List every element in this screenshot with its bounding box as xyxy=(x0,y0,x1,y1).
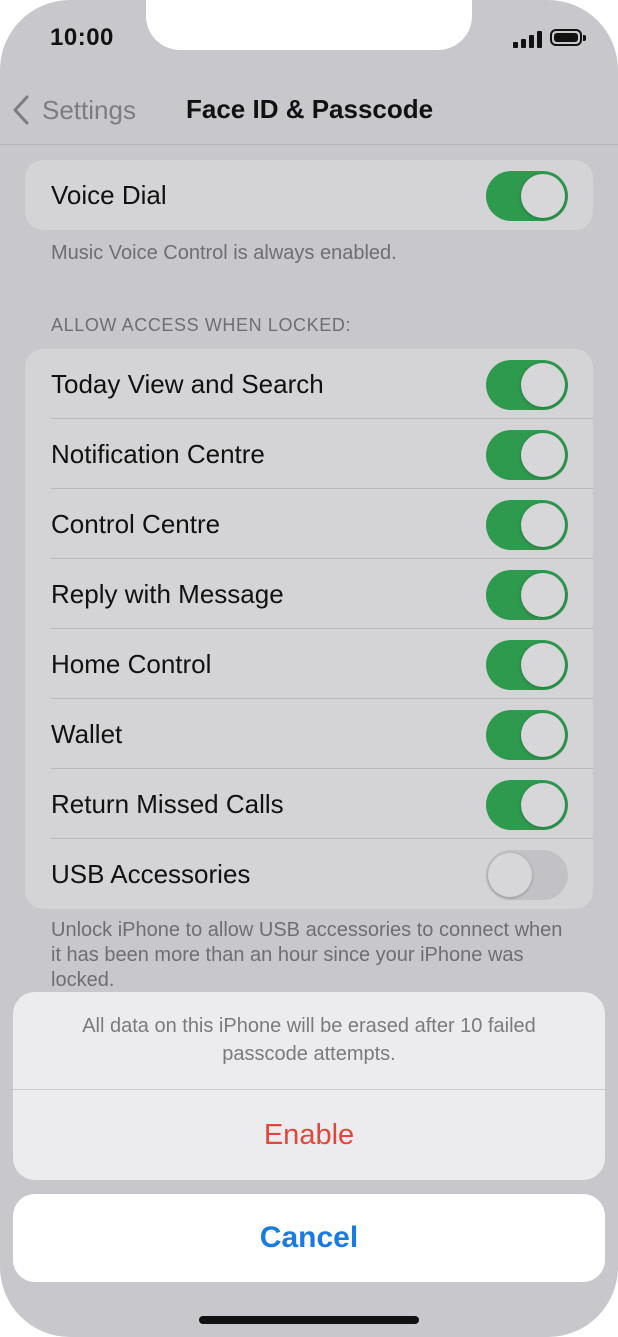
locked-access-group: Today View and Search Notification Centr… xyxy=(25,349,593,909)
toggle-return-missed-calls[interactable] xyxy=(486,780,568,830)
toggle-notification-centre[interactable] xyxy=(486,430,568,480)
voice-dial-row: Voice Dial xyxy=(25,160,593,230)
voice-dial-toggle[interactable] xyxy=(486,171,568,221)
enable-button[interactable]: Enable xyxy=(13,1090,605,1180)
voice-dial-group: Voice Dial xyxy=(25,160,593,230)
toggle-today-view[interactable] xyxy=(486,360,568,410)
row-label: USB Accessories xyxy=(51,859,251,889)
status-time: 10:00 xyxy=(50,24,114,51)
settings-row-reply-with-message: Reply with Message xyxy=(25,559,593,629)
page-title: Face ID & Passcode xyxy=(186,94,434,124)
navigation-bar: Settings Face ID & Passcode xyxy=(0,72,618,145)
row-label: Home Control xyxy=(51,649,212,679)
chevron-left-icon xyxy=(13,95,29,125)
toggle-control-centre[interactable] xyxy=(486,500,568,550)
action-sheet-message: All data on this iPhone will be erased a… xyxy=(82,1015,536,1065)
toggle-reply-with-message[interactable] xyxy=(486,570,568,620)
usb-accessories-note: Unlock iPhone to allow USB accessories t… xyxy=(51,919,563,991)
row-label: Reply with Message xyxy=(51,579,284,609)
battery-icon xyxy=(550,29,586,46)
voice-dial-label: Voice Dial xyxy=(51,180,167,210)
settings-row-control-centre: Control Centre xyxy=(25,489,593,559)
settings-row-home-control: Home Control xyxy=(25,629,593,699)
settings-row-return-missed-calls: Return Missed Calls xyxy=(25,769,593,839)
notch xyxy=(146,0,472,50)
phone-screen: 10:00 Settings Face ID & Passcode Voice … xyxy=(0,0,618,1337)
locked-access-header: ALLOW ACCESS WHEN LOCKED: xyxy=(51,315,352,335)
settings-row-today-view: Today View and Search xyxy=(25,349,593,419)
toggle-home-control[interactable] xyxy=(486,640,568,690)
settings-row-usb-accessories: USB Accessories xyxy=(25,839,593,909)
back-button[interactable]: Settings xyxy=(12,94,136,126)
settings-row-notification-centre: Notification Centre xyxy=(25,419,593,489)
row-label: Wallet xyxy=(51,719,123,749)
row-label: Today View and Search xyxy=(51,369,324,399)
home-indicator[interactable] xyxy=(199,1316,419,1324)
action-sheet: All data on this iPhone will be erased a… xyxy=(13,992,605,1180)
cancel-button[interactable]: Cancel xyxy=(13,1194,605,1282)
toggle-usb-accessories[interactable] xyxy=(486,850,568,900)
row-label: Control Centre xyxy=(51,509,221,539)
back-button-label: Settings xyxy=(42,94,136,125)
cellular-signal-icon xyxy=(513,30,543,48)
settings-row-wallet: Wallet xyxy=(25,699,593,769)
toggle-wallet[interactable] xyxy=(486,710,568,760)
row-label: Return Missed Calls xyxy=(51,789,284,819)
voice-dial-note: Music Voice Control is always enabled. xyxy=(51,242,397,264)
row-label: Notification Centre xyxy=(51,439,265,469)
